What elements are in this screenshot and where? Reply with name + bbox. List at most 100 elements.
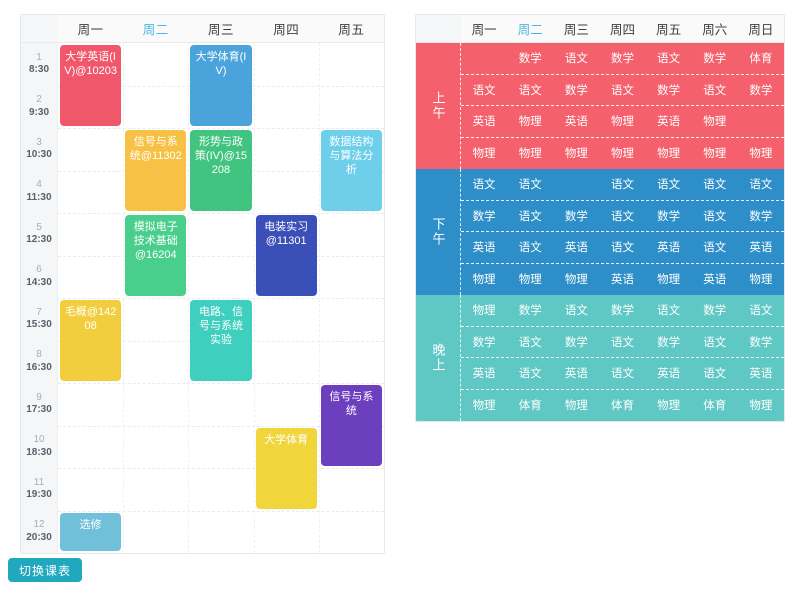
period-table-cell[interactable]: 数学: [646, 75, 692, 106]
period-table-cell[interactable]: 英语: [461, 232, 507, 263]
period-table-cell[interactable]: [553, 169, 599, 200]
period-table-cell[interactable]: 体育: [507, 390, 553, 422]
weekday-header-3[interactable]: 周三: [188, 15, 253, 42]
period-table-cell[interactable]: 英语: [738, 232, 784, 263]
course-block[interactable]: 电装实习@11301: [255, 215, 317, 296]
period-table-cell[interactable]: 英语: [553, 358, 599, 389]
period-table-cell[interactable]: 英语: [461, 106, 507, 137]
period-table-cell[interactable]: 数学: [692, 43, 738, 74]
period-table-cell[interactable]: 语文: [646, 295, 692, 326]
period-table-cell[interactable]: 语文: [461, 75, 507, 106]
period-table-cell[interactable]: 物理: [507, 138, 553, 170]
period-table-cell[interactable]: 语文: [507, 201, 553, 232]
period-table-cell[interactable]: 物理: [461, 264, 507, 296]
period-table-cell[interactable]: 语文: [599, 201, 645, 232]
period-weekday-header-5[interactable]: 周五: [646, 15, 692, 42]
period-table-cell[interactable]: 语文: [507, 232, 553, 263]
period-weekday-header-7[interactable]: 周日: [738, 15, 784, 42]
period-table-cell[interactable]: 数学: [738, 75, 784, 106]
period-table-cell[interactable]: 英语: [646, 358, 692, 389]
period-table-cell[interactable]: 英语: [599, 264, 645, 296]
weekday-header-2[interactable]: 周二: [123, 15, 188, 42]
period-table-cell[interactable]: 物理: [692, 106, 738, 137]
period-table-cell[interactable]: 语文: [738, 169, 784, 200]
period-table-cell[interactable]: 数学: [599, 295, 645, 326]
period-table-cell[interactable]: 数学: [553, 327, 599, 358]
period-weekday-header-2[interactable]: 周二: [507, 15, 553, 42]
period-weekday-header-3[interactable]: 周三: [553, 15, 599, 42]
period-table-cell[interactable]: 物理: [738, 390, 784, 422]
period-table-cell[interactable]: 物理: [461, 390, 507, 422]
period-table-cell[interactable]: 语文: [507, 169, 553, 200]
period-table-cell[interactable]: 语文: [738, 295, 784, 326]
period-table-cell[interactable]: 语文: [507, 358, 553, 389]
period-table-cell[interactable]: 物理: [507, 264, 553, 296]
period-table-cell[interactable]: 物理: [553, 264, 599, 296]
course-block[interactable]: 形势与政策(IV)@15208: [190, 130, 252, 211]
period-table-cell[interactable]: 语文: [553, 295, 599, 326]
period-table-cell[interactable]: 数学: [646, 327, 692, 358]
weekday-header-5[interactable]: 周五: [319, 15, 384, 42]
period-table-cell[interactable]: 语文: [646, 169, 692, 200]
period-table-cell[interactable]: 语文: [507, 75, 553, 106]
course-block[interactable]: 信号与系统@11302: [125, 130, 187, 211]
period-table-cell[interactable]: 英语: [553, 106, 599, 137]
period-table-cell[interactable]: 物理: [738, 264, 784, 296]
period-table-cell[interactable]: 语文: [553, 43, 599, 74]
period-table-cell[interactable]: 语文: [692, 327, 738, 358]
period-table-cell[interactable]: 数学: [553, 201, 599, 232]
period-table-cell[interactable]: 数学: [692, 295, 738, 326]
course-block[interactable]: 信号与系统: [320, 385, 382, 466]
period-table-cell[interactable]: 数学: [738, 201, 784, 232]
period-table-cell[interactable]: 数学: [461, 201, 507, 232]
period-table-cell[interactable]: 体育: [738, 43, 784, 74]
period-table-cell[interactable]: 英语: [646, 106, 692, 137]
period-table-cell[interactable]: 语文: [599, 75, 645, 106]
period-table-cell[interactable]: 物理: [553, 138, 599, 170]
period-table-cell[interactable]: 英语: [738, 358, 784, 389]
period-table-cell[interactable]: 物理: [646, 390, 692, 422]
period-table-cell[interactable]: 语文: [646, 43, 692, 74]
course-block[interactable]: 选修: [60, 512, 122, 551]
period-table-cell[interactable]: 数学: [738, 327, 784, 358]
period-table-cell[interactable]: 体育: [692, 390, 738, 422]
period-table-cell[interactable]: 语文: [692, 232, 738, 263]
course-block[interactable]: 电路、信号与系统实验: [190, 300, 252, 381]
period-table-cell[interactable]: 物理: [599, 138, 645, 170]
period-table-cell[interactable]: 语文: [461, 169, 507, 200]
period-weekday-header-1[interactable]: 周一: [461, 15, 507, 42]
course-block[interactable]: 数据结构与算法分析: [320, 130, 382, 211]
period-table-cell[interactable]: 体育: [599, 390, 645, 422]
period-table-cell[interactable]: 数学: [646, 201, 692, 232]
course-block[interactable]: 毛概@14208: [60, 300, 122, 381]
period-table-cell[interactable]: 物理: [553, 390, 599, 422]
period-table-cell[interactable]: 语文: [692, 358, 738, 389]
period-table-cell[interactable]: 英语: [692, 264, 738, 296]
course-block[interactable]: 大学体育: [255, 427, 317, 509]
course-block[interactable]: 模拟电子技术基础@16204: [125, 215, 187, 296]
period-table-cell[interactable]: 语文: [599, 358, 645, 389]
period-table-cell[interactable]: 语文: [692, 169, 738, 200]
period-table-cell[interactable]: 语文: [599, 169, 645, 200]
course-block[interactable]: 大学英语(IV)@10203: [60, 45, 122, 126]
period-table-cell[interactable]: [461, 43, 507, 74]
period-weekday-header-6[interactable]: 周六: [692, 15, 738, 42]
period-table-cell[interactable]: 数学: [599, 43, 645, 74]
period-table-cell[interactable]: 语文: [507, 327, 553, 358]
weekday-header-1[interactable]: 周一: [58, 15, 123, 42]
period-table-cell[interactable]: 物理: [599, 106, 645, 137]
period-table-cell[interactable]: 数学: [507, 43, 553, 74]
course-block[interactable]: 大学体育(IV): [190, 45, 252, 126]
period-table-cell[interactable]: 英语: [646, 232, 692, 263]
period-table-cell[interactable]: 语文: [692, 201, 738, 232]
period-table-cell[interactable]: 数学: [553, 75, 599, 106]
period-table-cell[interactable]: 物理: [461, 295, 507, 326]
period-table-cell[interactable]: 数学: [461, 327, 507, 358]
weekday-header-4[interactable]: 周四: [254, 15, 319, 42]
period-table-cell[interactable]: 物理: [646, 138, 692, 170]
period-table-cell[interactable]: 数学: [507, 295, 553, 326]
period-table-cell[interactable]: 物理: [461, 138, 507, 170]
period-table-cell[interactable]: 语文: [692, 75, 738, 106]
period-table-cell[interactable]: 物理: [692, 138, 738, 170]
period-weekday-header-4[interactable]: 周四: [599, 15, 645, 42]
